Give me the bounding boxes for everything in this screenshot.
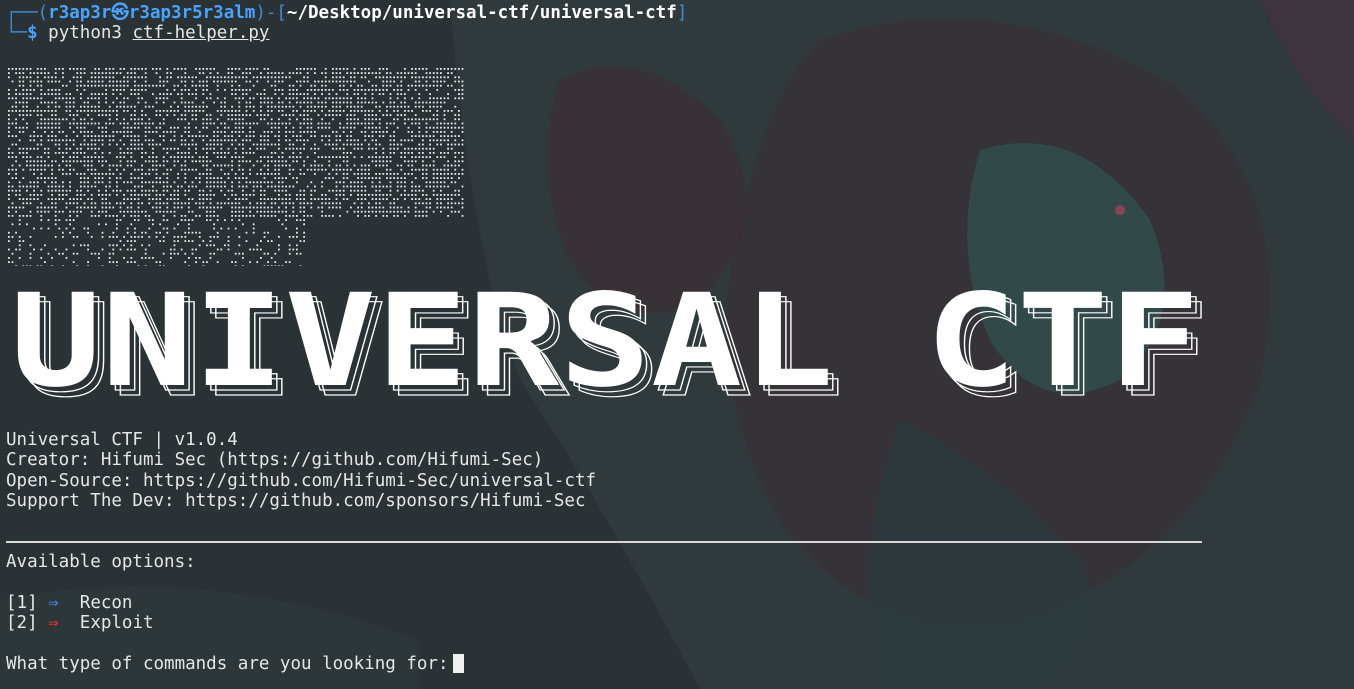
option-key: [1] <box>6 593 38 613</box>
creator-line: Creator: Hifumi Sec (https://github.com/… <box>6 450 544 471</box>
text-cursor[interactable] <box>452 654 464 673</box>
prompt-separator: )-[ <box>255 3 287 23</box>
shell-prompt-header: ┌──(r3ap3r㉿r3ap3r5r3alm)-[~/Desktop/univ… <box>6 3 687 23</box>
prompt-close: ] <box>676 3 688 23</box>
option-recon[interactable]: [1] ⇒ Recon <box>6 593 132 613</box>
banner-title: UNIVERSAL CTF UNIVERSAL CTF UNIVERSAL CT… <box>6 267 1211 427</box>
option-key: [2] <box>6 613 38 633</box>
open-source-line: Open-Source: https://github.com/Hifumi-S… <box>6 470 597 491</box>
command-argument[interactable]: ctf-helper.py <box>132 23 269 43</box>
prompt-corner: └─ <box>6 23 28 43</box>
arrow-right-icon: ⇒ <box>48 593 59 613</box>
ascii-art-logo <box>6 66 466 268</box>
terminal-output: ┌──(r3ap3r㉿r3ap3r5r3alm)-[~/Desktop/univ… <box>6 0 1354 689</box>
command-name: python3 <box>48 23 122 43</box>
option-exploit[interactable]: [2] ⇒ Exploit <box>6 613 154 633</box>
command-input-prompt[interactable]: What type of commands are you looking fo… <box>6 654 464 674</box>
option-label: Recon <box>79 593 133 613</box>
prompt-open: ┌──( <box>6 3 49 23</box>
arrow-right-icon: ⇒ <box>48 613 59 633</box>
version-line: Universal CTF | v1.0.4 <box>6 430 238 450</box>
prompt-dollar: $ <box>27 23 38 43</box>
prompt-path: ~/Desktop/universal-ctf/universal-ctf <box>286 3 677 23</box>
support-line: Support The Dev: https://github.com/spon… <box>6 490 586 511</box>
divider <box>6 541 1202 543</box>
banner-title-text: UNIVERSAL CTF <box>10 285 1200 405</box>
info-block: Universal CTF | v1.0.4 Creator: Hifumi S… <box>6 430 596 511</box>
input-question: What type of commands are you looking fo… <box>6 654 449 674</box>
prompt-user-host: r3ap3r㉿r3ap3r5r3alm <box>48 3 256 23</box>
option-label: Exploit <box>79 613 154 633</box>
options-heading: Available options: <box>6 552 196 572</box>
shell-command-line: └─$ python3 ctf-helper.py <box>6 23 269 43</box>
